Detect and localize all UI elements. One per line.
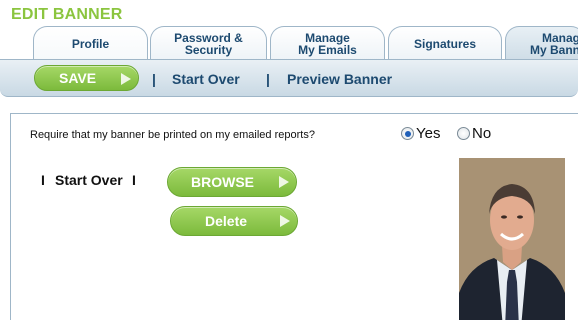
start-over-inline-link[interactable]: Start Over [55, 172, 123, 188]
triangle-right-icon [279, 176, 289, 188]
tab-label: Profile [71, 36, 110, 51]
tab-label-line2: My Emails [298, 42, 357, 57]
tab-label-line1: Password & [174, 30, 243, 45]
yes-radio[interactable] [401, 127, 414, 140]
tab-manage-emails[interactable]: Manage My Emails [270, 26, 385, 60]
browse-button[interactable]: BROWSE [167, 167, 297, 197]
tab-password-security[interactable]: Password & Security [150, 26, 267, 60]
toolbar: SAVE | Start Over | Preview Banner [0, 59, 578, 97]
portrait-image [459, 158, 565, 320]
delete-button-label: Delete [205, 213, 248, 229]
toolbar-separator: | [152, 71, 156, 87]
save-button[interactable]: SAVE [34, 65, 139, 91]
require-banner-label: Require that my banner be printed on my … [30, 129, 315, 141]
preview-banner-link[interactable]: Preview Banner [287, 71, 392, 87]
browse-button-label: BROWSE [191, 174, 254, 190]
inline-separator: I [132, 172, 136, 188]
tab-label: Signatures [413, 36, 476, 51]
tab-label-line2: Security [184, 42, 233, 57]
yes-radio-option[interactable]: Yes [401, 125, 440, 142]
tab-manage-banner[interactable]: Manag My Bann [505, 26, 578, 60]
yes-label: Yes [416, 125, 441, 142]
tab-label-line1: Manage [305, 30, 350, 45]
tab-label-line2: My Bann [529, 42, 578, 57]
inline-separator: I [41, 172, 45, 188]
triangle-right-icon [280, 215, 290, 227]
start-over-link[interactable]: Start Over [172, 71, 240, 87]
save-button-label: SAVE [59, 70, 97, 86]
page-title: EDIT BANNER [11, 6, 123, 23]
triangle-right-icon [121, 73, 131, 85]
toolbar-separator: | [266, 71, 270, 87]
banner-photo [459, 158, 565, 320]
tab-label-line1: Manag [541, 30, 578, 45]
delete-button[interactable]: Delete [170, 206, 298, 236]
tab-profile[interactable]: Profile [33, 26, 148, 60]
no-radio[interactable] [457, 127, 470, 140]
tab-signatures[interactable]: Signatures [388, 26, 502, 60]
banner-settings-panel: Require that my banner be printed on my … [10, 113, 578, 320]
no-radio-option[interactable]: No [457, 125, 491, 142]
tab-bar: Profile Password & Security Manage My Em… [0, 26, 578, 60]
no-label: No [472, 125, 492, 142]
